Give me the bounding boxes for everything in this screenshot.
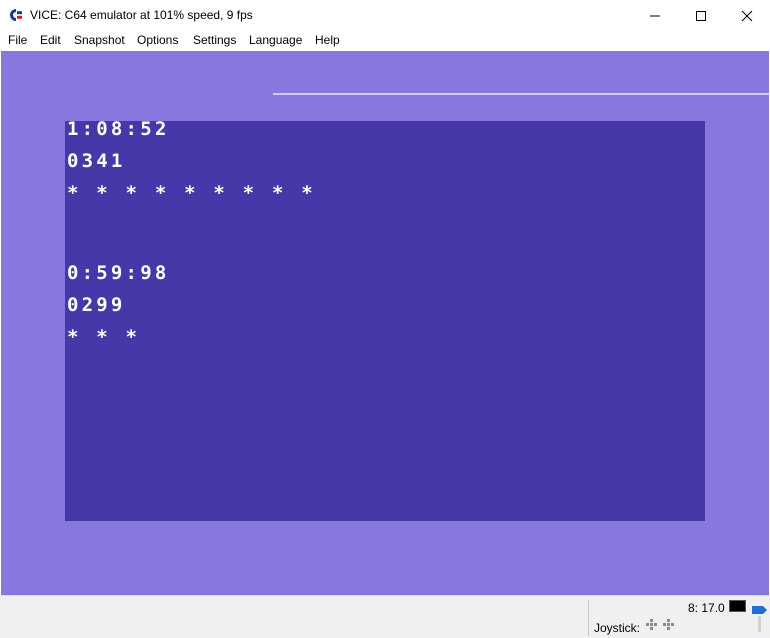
menu-snapshot[interactable]: Snapshot [74,33,125,47]
minimize-button[interactable] [632,0,678,31]
screen-line-1: 1:08:52 [67,118,170,140]
menu-options[interactable]: Options [137,33,178,47]
minimize-icon [650,15,660,16]
menu-edit[interactable]: Edit [40,33,61,47]
emulator-display[interactable]: 1:08:52 0341 * * * * * * * * * 0:59:98 0… [1,51,769,595]
screen-line-3: * * * * * * * * * [67,182,316,204]
joystick-port2-icon[interactable] [662,618,676,632]
screen-line-5: 0299 [67,294,126,316]
menu-bar: File Edit Snapshot Options Settings Lang… [0,31,770,51]
screen-line-2: 0341 [67,150,126,172]
commodore-logo-icon [10,9,22,21]
screen-line-4: 0:59:98 [67,262,170,284]
close-button[interactable] [724,0,770,31]
c64-screen: 1:08:52 0341 * * * * * * * * * 0:59:98 0… [65,118,705,521]
drive-led-icon [729,600,746,612]
maximize-icon [696,10,706,21]
tape-icon[interactable] [751,604,769,636]
menu-help[interactable]: Help [315,33,340,47]
screen-line-6: * * * [67,326,141,348]
raster-line [273,93,769,95]
menu-settings[interactable]: Settings [193,33,236,47]
menu-file[interactable]: File [8,33,27,47]
status-separator [588,600,589,636]
joystick-label: Joystick: [594,621,641,635]
menu-language[interactable]: Language [249,33,302,47]
maximize-button[interactable] [678,0,724,31]
close-icon [741,10,753,21]
status-bar: Joystick: 8: 17.0 [0,595,770,638]
drive-status: 8: 17.0 [688,601,725,615]
title-bar: VICE: C64 emulator at 101% speed, 9 fps [0,0,770,31]
joystick-port1-icon[interactable] [645,618,659,632]
window-title: VICE: C64 emulator at 101% speed, 9 fps [30,8,253,22]
